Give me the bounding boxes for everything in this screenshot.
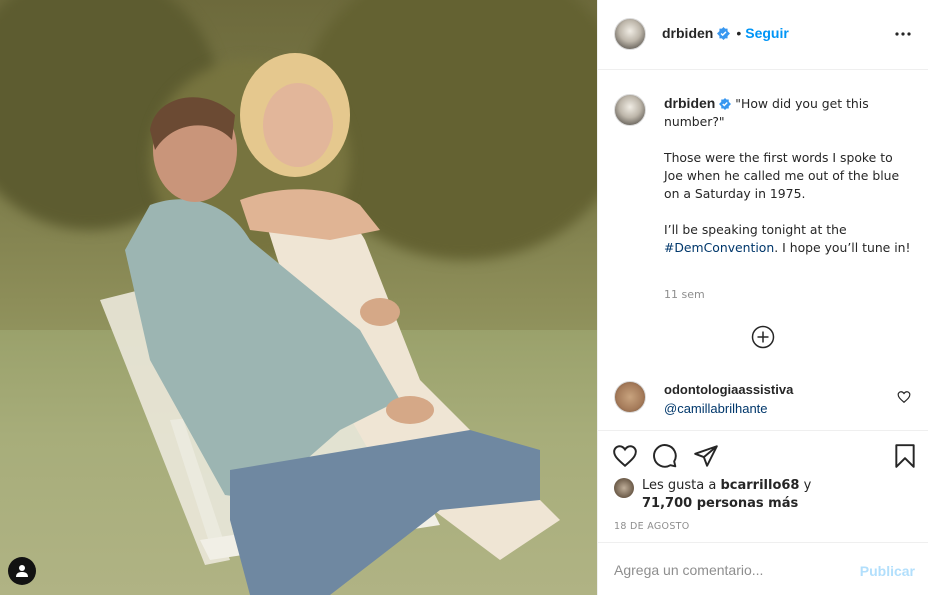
author-username[interactable]: drbiden: [662, 25, 713, 41]
caption-author-avatar[interactable]: [614, 94, 646, 126]
post-header: drbiden • Seguir: [598, 0, 928, 70]
post-caption: drbiden "How did you get this number?" T…: [598, 70, 928, 360]
likes-prefix: Les gusta a: [642, 478, 721, 493]
post-date[interactable]: 18 DE AGOSTO: [614, 521, 690, 532]
comment-heart-icon[interactable]: [897, 390, 911, 404]
comment-input[interactable]: [614, 559, 844, 581]
add-comment-bar: Publicar: [598, 542, 928, 595]
tag-user-button[interactable]: [8, 557, 36, 585]
caption-paragraph-3-end: . I hope you’ll tune in!: [774, 240, 911, 255]
verified-badge-icon: [717, 27, 731, 40]
verified-badge-icon: [719, 98, 732, 110]
save-icon[interactable]: [892, 443, 918, 469]
comment-icon[interactable]: [652, 443, 678, 469]
follow-button[interactable]: Seguir: [745, 25, 789, 41]
tag-user-icon: [16, 565, 28, 577]
caption-author-username[interactable]: drbiden: [664, 95, 715, 111]
caption-paragraph-3-start: I’ll be speaking tonight at the: [664, 222, 847, 237]
photo-subjects: [100, 53, 560, 595]
caption-paragraph-3: I’ll be speaking tonight at the #DemConv…: [664, 221, 912, 257]
comment-mention[interactable]: @camillabrilhante: [664, 401, 768, 416]
publish-button[interactable]: Publicar: [860, 563, 915, 579]
likes-line-1: Les gusta a bcarrillo68 y: [642, 477, 811, 495]
caption-paragraph-2: Those were the first words I spoke to Jo…: [664, 150, 900, 201]
heart-icon[interactable]: [612, 443, 638, 469]
share-icon[interactable]: [693, 443, 719, 469]
post-header-info: drbiden • Seguir: [662, 25, 789, 41]
caption-text: drbiden "How did you get this number?" T…: [664, 94, 912, 275]
comment-item: odontologiaassistiva @camillabrilhante: [598, 368, 928, 430]
likes-suffix: y: [799, 478, 812, 493]
hashtag-link[interactable]: #DemConvention: [664, 240, 774, 255]
likes-count[interactable]: 71,700 personas más: [642, 495, 798, 513]
commenter-avatar[interactable]: [614, 381, 646, 413]
author-avatar[interactable]: [614, 18, 646, 50]
more-options-icon: [895, 32, 911, 36]
separator-dot: •: [736, 25, 742, 41]
post-time-ago[interactable]: 11 sem: [664, 288, 705, 301]
post-side-panel: drbiden • Seguir drbiden "How did you get …: [597, 0, 928, 595]
post-actions: Les gusta a bcarrillo68 y 71,700 persona…: [598, 430, 928, 542]
commenter-username[interactable]: odontologiaassistiva: [664, 382, 793, 397]
liker-avatar[interactable]: [614, 478, 634, 498]
load-more-comments-icon[interactable]: [751, 325, 775, 349]
liker-username[interactable]: bcarrillo68: [720, 478, 799, 493]
more-options-button[interactable]: [891, 22, 915, 46]
post-photo[interactable]: [0, 0, 597, 595]
